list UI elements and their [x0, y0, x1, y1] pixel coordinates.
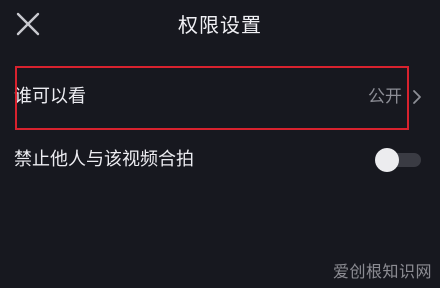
who-can-view-value: 公开	[368, 87, 402, 107]
disable-duet-label: 禁止他人与该视频合拍	[14, 149, 194, 170]
who-can-view-row[interactable]: 谁可以看 公开	[0, 68, 440, 130]
toggle-knob	[375, 148, 399, 172]
disable-duet-toggle[interactable]	[375, 148, 421, 172]
disable-duet-row: 禁止他人与该视频合拍	[0, 140, 440, 180]
watermark: 爱创根知识网	[332, 262, 432, 281]
chevron-right-icon	[413, 90, 421, 104]
header: 权限设置	[0, 0, 440, 50]
who-can-view-label: 谁可以看	[14, 86, 86, 107]
page-title: 权限设置	[178, 13, 262, 37]
